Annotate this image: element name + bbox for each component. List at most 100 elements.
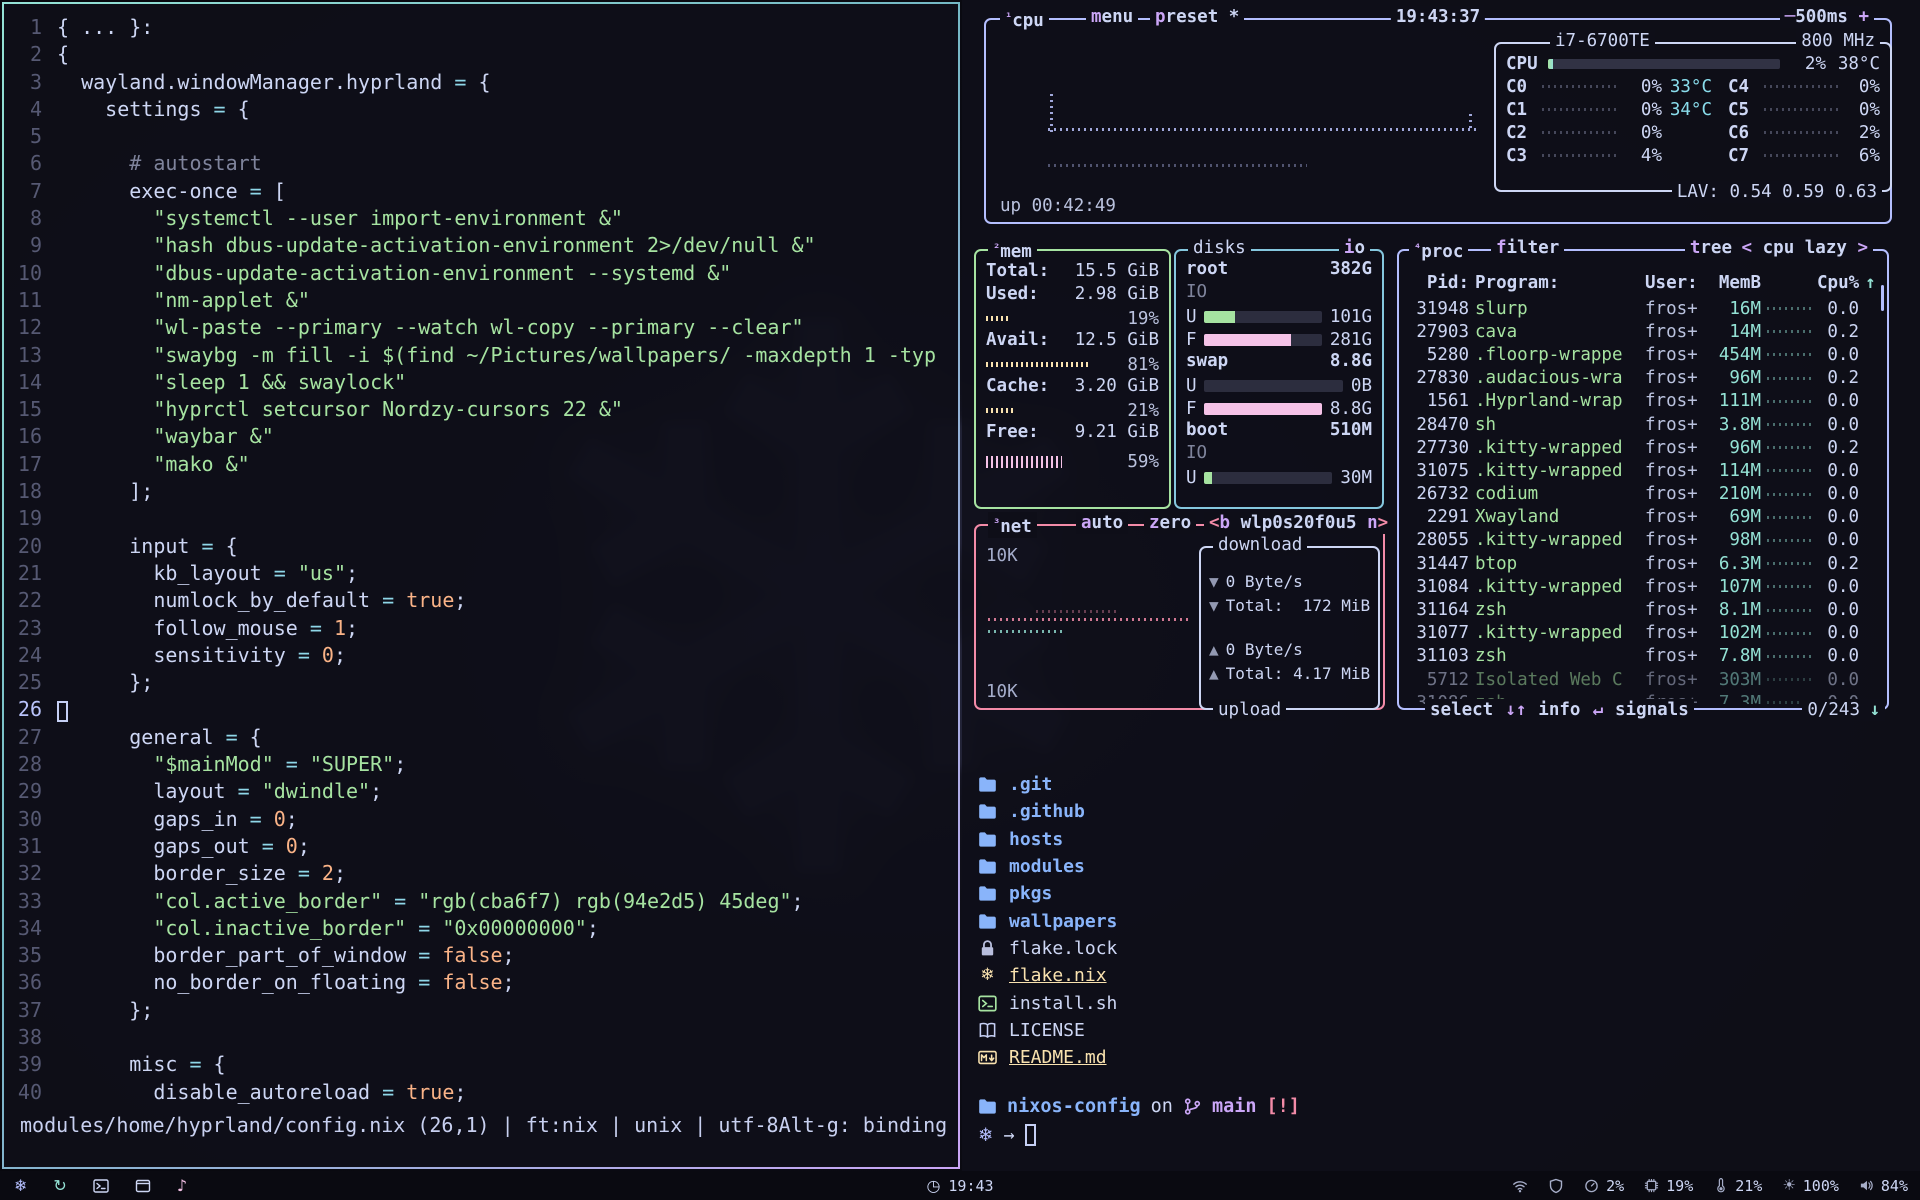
process-row[interactable]: 1561.Hyprland-wrapfros+111M0.0 xyxy=(1409,390,1879,413)
editor-line[interactable]: 5 xyxy=(4,123,958,150)
header-user[interactable]: User: xyxy=(1645,273,1701,293)
header-program[interactable]: Program: xyxy=(1475,273,1639,293)
select-button[interactable]: select xyxy=(1430,699,1493,721)
process-row[interactable]: 31103zshfros+7.8M0.0 xyxy=(1409,645,1879,668)
header-pid[interactable]: Pid: xyxy=(1409,273,1469,293)
editor-line[interactable]: 24 sensitivity = 0; xyxy=(4,642,958,669)
update-interval-control[interactable]: ─500ms + xyxy=(1780,6,1874,28)
process-row[interactable]: 27903cavafros+14M0.2 xyxy=(1409,320,1879,343)
disks-box-title[interactable]: disks xyxy=(1188,237,1251,259)
mem-box-title[interactable]: ²mem xyxy=(988,237,1037,263)
editor-line[interactable]: 13 "swaybg -m fill -i $(find ~/Pictures/… xyxy=(4,342,958,369)
process-row[interactable]: 28055.kitty-wrappedfros+98M0.0 xyxy=(1409,529,1879,552)
window-icon[interactable] xyxy=(135,1178,151,1194)
editor-line[interactable]: 25 }; xyxy=(4,669,958,696)
editor-line[interactable]: 11 "nm-applet &" xyxy=(4,287,958,314)
volume-module[interactable]: 84% xyxy=(1859,1177,1908,1195)
editor-line[interactable]: 30 gaps_in = 0; xyxy=(4,806,958,833)
signals-button[interactable]: signals xyxy=(1615,699,1689,721)
updates-refresh-icon[interactable]: ↻ xyxy=(53,1178,66,1194)
iface-prev-button[interactable]: b xyxy=(1220,513,1231,533)
cpu-box-title[interactable]: ¹cpu xyxy=(1000,6,1049,32)
editor-line[interactable]: 29 layout = "dwindle"; xyxy=(4,778,958,805)
preset-button[interactable]: preset * xyxy=(1150,6,1244,28)
editor-line[interactable]: 17 "mako &" xyxy=(4,451,958,478)
terminal-icon[interactable] xyxy=(93,1178,109,1194)
proc-box-title[interactable]: ⁴proc xyxy=(1409,237,1468,263)
sort-selector[interactable]: < cpu lazy > xyxy=(1737,237,1873,259)
info-button[interactable]: info xyxy=(1538,699,1580,721)
editor-line[interactable]: 36 no_border_on_floating = false; xyxy=(4,969,958,996)
editor-line[interactable]: 35 border_part_of_window = false; xyxy=(4,942,958,969)
process-row[interactable]: 31075.kitty-wrappedfros+114M0.0 xyxy=(1409,459,1879,482)
editor-line[interactable]: 2{ xyxy=(4,41,958,68)
process-row[interactable]: 5712Isolated Web Cfros+303M0.0 xyxy=(1409,668,1879,691)
process-row[interactable]: 31084.kitty-wrappedfros+107M0.0 xyxy=(1409,575,1879,598)
editor-line[interactable]: 4 settings = { xyxy=(4,96,958,123)
editor-line[interactable]: 38 xyxy=(4,1024,958,1051)
editor-line[interactable]: 31 gaps_out = 0; xyxy=(4,833,958,860)
music-note-icon[interactable]: ♪ xyxy=(177,1178,187,1194)
scroll-up-icon[interactable]: ↑ xyxy=(1865,273,1879,293)
interval-decrease-icon[interactable]: ─ xyxy=(1785,7,1796,27)
net-box-title[interactable]: ³net xyxy=(988,512,1037,538)
terminal-window[interactable]: .git.githubhostsmodulespkgswallpapersfla… xyxy=(962,754,1920,1171)
tree-toggle[interactable]: tree xyxy=(1685,237,1737,259)
editor-line[interactable]: 34 "col.inactive_border" = "0x00000000"; xyxy=(4,915,958,942)
editor-line[interactable]: 1{ ... }: xyxy=(4,14,958,41)
shield-tray-icon[interactable] xyxy=(1548,1178,1564,1194)
net-zero-toggle[interactable]: zero xyxy=(1144,512,1196,534)
editor-line[interactable]: 16 "waybar &" xyxy=(4,423,958,450)
process-row[interactable]: 26732codiumfros+210M0.0 xyxy=(1409,483,1879,506)
process-row[interactable]: 31447btopfros+6.3M0.2 xyxy=(1409,552,1879,575)
editor-line[interactable]: 20 input = { xyxy=(4,533,958,560)
editor-line[interactable]: 21 kb_layout = "us"; xyxy=(4,560,958,587)
editor-line[interactable]: 14 "sleep 1 && swaylock" xyxy=(4,369,958,396)
iface-next-button[interactable]: n xyxy=(1367,513,1378,533)
memory-module[interactable]: 19% xyxy=(1644,1177,1693,1195)
menu-button[interactable]: menu xyxy=(1086,6,1138,28)
process-row[interactable]: 2291Xwaylandfros+69M0.0 xyxy=(1409,506,1879,529)
header-cpu[interactable]: Cpu% xyxy=(1817,273,1859,293)
editor-line[interactable]: 26 xyxy=(4,696,958,723)
editor-line[interactable]: 10 "dbus-update-activation-environment -… xyxy=(4,260,958,287)
editor-window[interactable]: 1{ ... }:2{3 wayland.windowManager.hyprl… xyxy=(2,2,960,1169)
editor-line[interactable]: 39 misc = { xyxy=(4,1051,958,1078)
net-auto-toggle[interactable]: auto xyxy=(1076,512,1128,534)
editor-line[interactable]: 27 general = { xyxy=(4,724,958,751)
process-row[interactable]: 28470shfros+3.8M0.0 xyxy=(1409,413,1879,436)
sort-prev-icon[interactable]: < xyxy=(1742,238,1753,258)
editor-line[interactable]: 33 "col.active_border" = "rgb(cba6f7) rg… xyxy=(4,888,958,915)
editor-line[interactable]: 23 follow_mouse = 1; xyxy=(4,615,958,642)
editor-line[interactable]: 8 "systemctl --user import-environment &… xyxy=(4,205,958,232)
process-row[interactable]: 27730.kitty-wrappedfros+96M0.2 xyxy=(1409,436,1879,459)
process-row[interactable]: 27830.audacious-wrafros+96M0.2 xyxy=(1409,367,1879,390)
shell-input-line[interactable]: ❄ → xyxy=(978,1124,1036,1146)
editor-line[interactable]: 40 disable_autoreload = true; xyxy=(4,1079,958,1105)
interval-increase-icon[interactable]: + xyxy=(1858,7,1869,27)
filter-button[interactable]: filter xyxy=(1491,237,1564,259)
editor-line[interactable]: 12 "wl-paste --primary --watch wl-copy -… xyxy=(4,314,958,341)
temperature-module[interactable]: 21% xyxy=(1713,1177,1762,1195)
process-row[interactable]: 5280.floorp-wrappefros+454M0.0 xyxy=(1409,343,1879,366)
editor-line[interactable]: 9 "hash dbus-update-activation-environme… xyxy=(4,232,958,259)
editor-line[interactable]: 22 numlock_by_default = true; xyxy=(4,587,958,614)
proc-scrollbar[interactable] xyxy=(1881,285,1884,311)
process-row[interactable]: 31077.kitty-wrappedfros+102M0.0 xyxy=(1409,622,1879,645)
sort-next-icon[interactable]: > xyxy=(1857,238,1868,258)
editor-line[interactable]: 18 ]; xyxy=(4,478,958,505)
cpu-module[interactable]: 2% xyxy=(1584,1177,1624,1195)
editor-line[interactable]: 6 # autostart xyxy=(4,150,958,177)
brightness-module[interactable]: ☀ 100% xyxy=(1782,1177,1839,1195)
editor-line[interactable]: 3 wayland.windowManager.hyprland = { xyxy=(4,69,958,96)
editor-line[interactable]: 19 xyxy=(4,505,958,532)
editor-line[interactable]: 37 }; xyxy=(4,997,958,1024)
process-row[interactable]: 31164zshfros+8.1M0.0 xyxy=(1409,598,1879,621)
header-mem[interactable]: MemB xyxy=(1707,273,1761,293)
wifi-tray-icon[interactable] xyxy=(1512,1178,1528,1194)
editor-line[interactable]: 32 border_size = 2; xyxy=(4,860,958,887)
nix-launcher-icon[interactable]: ❄ xyxy=(14,1178,27,1194)
io-mode-toggle[interactable]: io xyxy=(1339,237,1370,259)
process-row[interactable]: 31948slurpfros+16M0.0 xyxy=(1409,297,1879,320)
editor-line[interactable]: 15 "hyprctl setcursor Nordzy-cursors 22 … xyxy=(4,396,958,423)
